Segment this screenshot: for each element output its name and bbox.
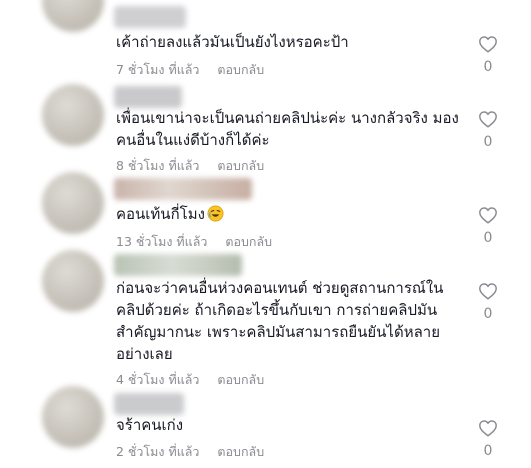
username-blurred[interactable] bbox=[114, 393, 184, 415]
reply-button[interactable]: ตอบกลับ bbox=[225, 232, 272, 252]
comment-time: 4 ชั่วโมง ที่แล้ว bbox=[116, 372, 200, 387]
comment-text-line: อย่างเลย bbox=[116, 345, 173, 363]
username-blurred[interactable] bbox=[114, 254, 242, 276]
avatar[interactable] bbox=[42, 84, 104, 146]
comment-text-line: คนอื่นในแง่ดีบ้างก็ได้ค่ะ bbox=[116, 131, 270, 149]
heart-icon[interactable] bbox=[478, 35, 498, 53]
heart-icon[interactable] bbox=[478, 110, 498, 128]
heart-icon[interactable] bbox=[478, 419, 498, 437]
comment-time: 7 ชั่วโมง ที่แล้ว bbox=[116, 62, 200, 77]
comment-time: 13 ชั่วโมง ที่แล้ว bbox=[116, 234, 208, 249]
like-button[interactable]: 0 bbox=[470, 282, 506, 322]
avatar[interactable] bbox=[42, 250, 104, 312]
comment-text: เค้าถ่ายลงแล้วมันเป็นยังไงหรอคะป้า bbox=[116, 33, 349, 51]
comment-text-value: คอนเท้นกี่โมง bbox=[116, 205, 205, 223]
comment-text: คอนเท้นกี่โมง bbox=[116, 203, 466, 225]
comment-text-line: ก่อนจะว่าคนอื่นห่วงคอนเทนต์ ช่วยดูสถานกา… bbox=[116, 279, 444, 297]
like-button[interactable]: 0 bbox=[470, 206, 506, 246]
username-blurred[interactable] bbox=[114, 178, 252, 200]
comment-text-line: เพื่อนเขาน่าจะเป็นคนถ่ายคลิปน่ะค่ะ นางกล… bbox=[116, 109, 459, 127]
heart-icon[interactable] bbox=[478, 206, 498, 224]
comment-meta: 13 ชั่วโมง ที่แล้ว ตอบกลับ bbox=[116, 232, 272, 252]
like-count: 0 bbox=[483, 443, 493, 459]
like-button[interactable]: 0 bbox=[470, 35, 506, 75]
username-blurred[interactable] bbox=[114, 6, 186, 28]
comment-text-line: สำคัญมากนะ เพราะคลิปมันสามารถยืนยันได้หล… bbox=[116, 323, 440, 341]
reply-button[interactable]: ตอบกลับ bbox=[217, 442, 264, 462]
like-button[interactable]: 0 bbox=[470, 419, 506, 459]
comment-meta: 7 ชั่วโมง ที่แล้ว ตอบกลับ bbox=[116, 60, 264, 80]
comment-meta: 8 ชั่วโมง ที่แล้ว ตอบกลับ bbox=[116, 156, 264, 176]
comment-text: จร้าคนเก่ง bbox=[116, 416, 184, 434]
heart-icon[interactable] bbox=[478, 282, 498, 300]
username-blurred[interactable] bbox=[114, 86, 182, 108]
comment-meta: 4 ชั่วโมง ที่แล้ว ตอบกลับ bbox=[116, 370, 264, 390]
comment-time: 8 ชั่วโมง ที่แล้ว bbox=[116, 158, 200, 173]
like-count: 0 bbox=[483, 134, 493, 150]
avatar[interactable] bbox=[42, 172, 104, 234]
avatar[interactable] bbox=[42, 0, 104, 32]
like-count: 0 bbox=[483, 306, 493, 322]
like-count: 0 bbox=[483, 59, 493, 75]
avatar[interactable] bbox=[42, 386, 104, 448]
reply-button[interactable]: ตอบกลับ bbox=[217, 60, 264, 80]
like-count: 0 bbox=[483, 230, 493, 246]
like-button[interactable]: 0 bbox=[470, 110, 506, 150]
reply-button[interactable]: ตอบกลับ bbox=[217, 156, 264, 176]
comment-time: 2 ชั่วโมง ที่แล้ว bbox=[116, 444, 200, 459]
comment-list: เค้าถ่ายลงแล้วมันเป็นยังไงหรอคะป้า 7 ชั่… bbox=[0, 0, 531, 468]
comment-meta: 2 ชั่วโมง ที่แล้ว ตอบกลับ bbox=[116, 442, 264, 462]
rolling-on-floor-laughing-emoji-icon bbox=[207, 205, 224, 222]
reply-button[interactable]: ตอบกลับ bbox=[217, 370, 264, 390]
comment-text-line: คลิปด้วยค่ะ ถ้าเกิดอะไรขึ้นกับเขา การถ่า… bbox=[116, 301, 438, 319]
